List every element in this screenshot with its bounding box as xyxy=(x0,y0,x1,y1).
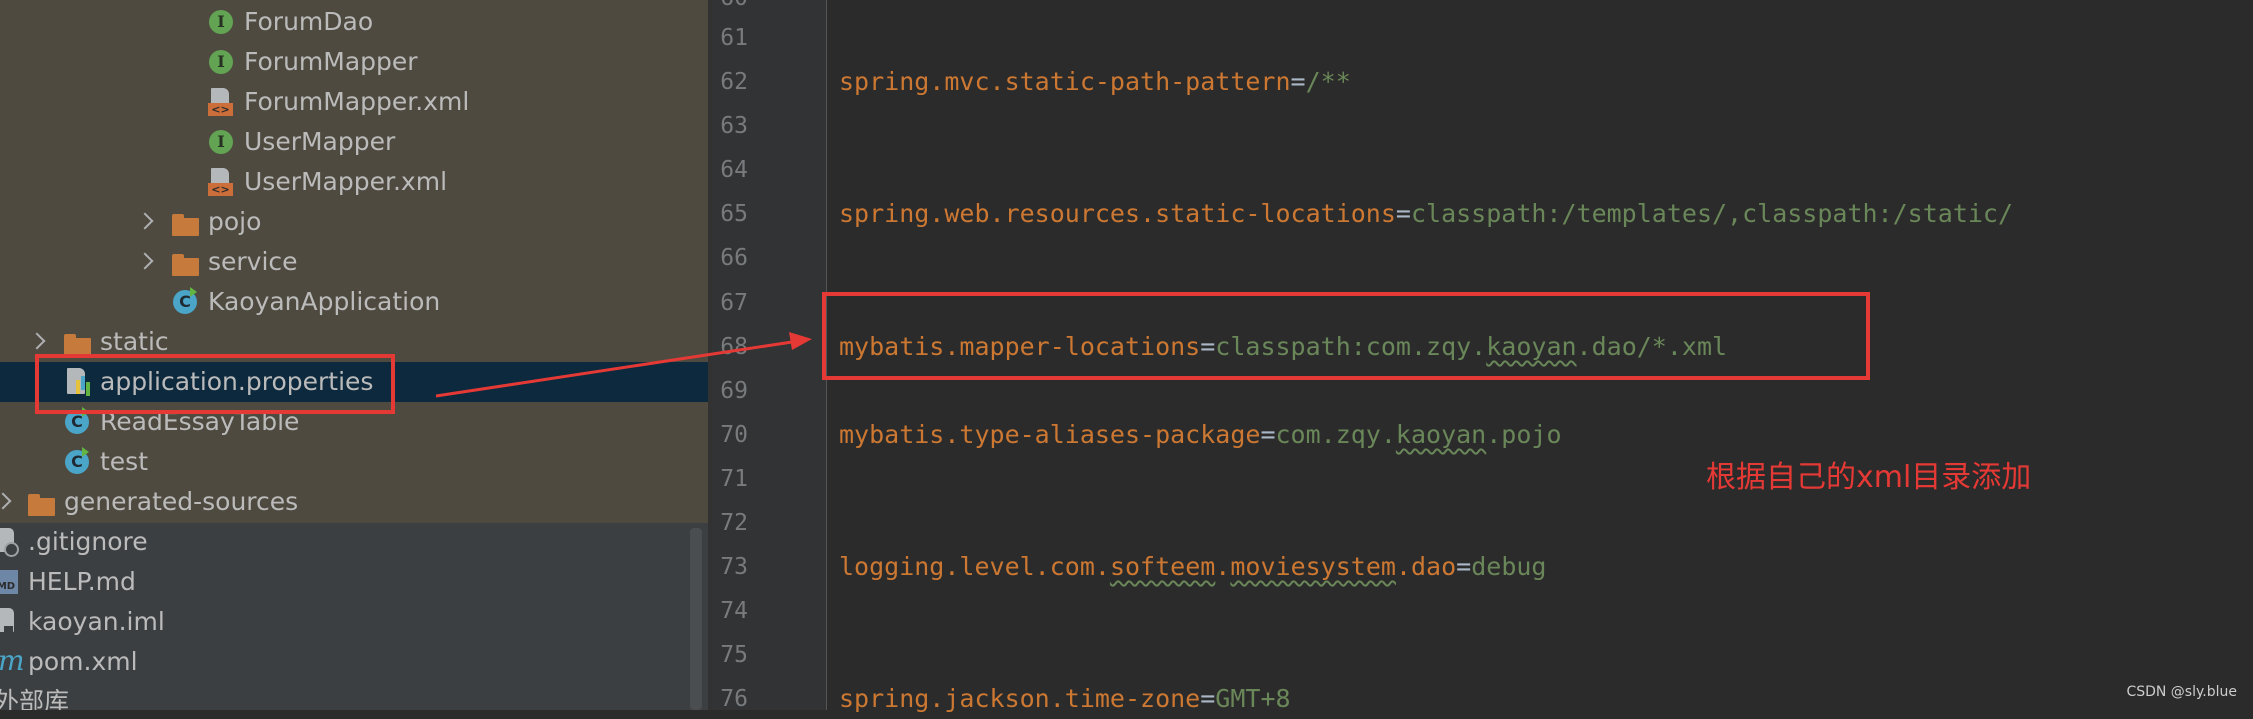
equals-sign: = xyxy=(1395,199,1411,228)
chevron-right-icon[interactable] xyxy=(136,202,156,242)
tree-item-label: 外部库 xyxy=(0,687,70,710)
line-number: 67 xyxy=(720,290,748,316)
line-number: 60 xyxy=(712,0,748,18)
tree-item-label: UserMapper xyxy=(244,127,396,156)
interface-icon xyxy=(208,42,236,82)
tree-scrollbar[interactable] xyxy=(690,528,702,710)
tree-item-label: test xyxy=(100,447,149,476)
property-key: .dao xyxy=(1395,552,1457,581)
spelling-flagged-word: moviesystem xyxy=(1230,552,1396,581)
tree-item-label: HELP.md xyxy=(28,567,136,596)
equals-sign: = xyxy=(1260,420,1276,449)
line-number: 66 xyxy=(720,245,748,271)
tree-item-gitignore[interactable]: .gitignore xyxy=(0,522,708,562)
gitignore-file-icon xyxy=(0,522,26,562)
tree-item-label: pom.xml xyxy=(28,647,138,676)
iml-file-icon xyxy=(0,602,26,642)
line-number: 75 xyxy=(720,642,748,668)
tree-item-forummapper-xml[interactable]: ForumMapper.xml xyxy=(0,82,708,122)
line-number: 69 xyxy=(720,378,748,404)
property-key: mybatis.type-aliases-package xyxy=(839,420,1261,449)
line-number: 61 xyxy=(720,25,748,51)
property-value: GMT+8 xyxy=(1215,684,1291,713)
tree-item-usermapper-xml[interactable]: UserMapper.xml xyxy=(0,162,708,202)
property-key: . xyxy=(1215,552,1231,581)
tree-item-kaoyanapplication[interactable]: KaoyanApplication xyxy=(0,282,708,322)
annotation-note: 根据自己的xml目录添加 xyxy=(1706,460,2032,495)
interface-icon xyxy=(208,122,236,162)
tree-item-test[interactable]: test xyxy=(0,442,708,482)
tree-item-forumdao[interactable]: ForumDao xyxy=(0,2,708,42)
xml-file-icon xyxy=(208,82,236,122)
line-number: 62 xyxy=(720,69,748,95)
xml-file-icon xyxy=(208,162,236,202)
tree-item-label: ForumMapper.xml xyxy=(244,87,470,116)
highlight-box-file xyxy=(35,354,395,414)
tree-item-usermapper[interactable]: UserMapper xyxy=(0,122,708,162)
line-number: 74 xyxy=(720,598,748,624)
tree-item-service[interactable]: service xyxy=(0,242,708,282)
property-value: debug xyxy=(1471,552,1547,581)
tree-item-label: pojo xyxy=(208,207,262,236)
property-key: spring.mvc.static-path-pattern xyxy=(839,67,1291,96)
tree-item-forummapper[interactable]: ForumMapper xyxy=(0,42,708,82)
equals-sign: = xyxy=(1200,684,1216,713)
chevron-right-icon[interactable] xyxy=(136,242,156,282)
tree-item-label: ForumDao xyxy=(244,7,374,36)
property-key: spring.jackson.time-zone xyxy=(839,684,1201,713)
tree-item-label: service xyxy=(208,247,298,276)
markdown-file-icon xyxy=(0,562,28,602)
tree-item-label: ForumMapper xyxy=(244,47,418,76)
tree-item-label: KaoyanApplication xyxy=(208,287,441,316)
maven-file-icon xyxy=(0,642,26,682)
line-number: 71 xyxy=(720,466,748,492)
line-number: 64 xyxy=(720,157,748,183)
line-number: 70 xyxy=(720,422,748,448)
tree-item-help-md[interactable]: HELP.md xyxy=(0,562,708,602)
line-number: 73 xyxy=(720,554,748,580)
tree-item-pom-xml[interactable]: pom.xml xyxy=(0,642,708,682)
spelling-flagged-word: softeem xyxy=(1109,552,1216,581)
spring-class-icon xyxy=(172,282,200,322)
line-number: 76 xyxy=(720,686,748,712)
line-number: 63 xyxy=(720,113,748,139)
line-number: 72 xyxy=(720,510,748,536)
tree-item-label: UserMapper.xml xyxy=(244,167,448,196)
tree-item-label: kaoyan.iml xyxy=(28,607,165,636)
spelling-flagged-word: kaoyan xyxy=(1395,420,1487,449)
tree-item-pojo[interactable]: pojo xyxy=(0,202,708,242)
code-line-73[interactable]: logging.level.com.softeem.moviesystem.da… xyxy=(839,547,1546,587)
chevron-right-icon[interactable] xyxy=(0,482,14,522)
tree-item-generated-sources[interactable]: generated-sources xyxy=(0,482,708,522)
watermark: CSDN @sly.blue xyxy=(2126,684,2237,700)
property-value: .pojo xyxy=(1486,420,1562,449)
property-value: classpath:/templates/,classpath:/static/ xyxy=(1410,199,2014,228)
equals-sign: = xyxy=(1290,67,1306,96)
tree-item-label: generated-sources xyxy=(64,487,299,516)
tree-item-kaoyan-iml[interactable]: kaoyan.iml xyxy=(0,602,708,642)
property-value: com.zqy. xyxy=(1275,420,1396,449)
code-line-70[interactable]: mybatis.type-aliases-package=com.zqy.kao… xyxy=(839,415,1562,455)
line-number: 68 xyxy=(720,334,748,360)
tree-item-external-libraries[interactable]: 外部库 xyxy=(0,682,708,710)
code-line-76[interactable]: spring.jackson.time-zone=GMT+8 xyxy=(839,679,1291,719)
highlight-box-line xyxy=(822,292,1870,380)
tree-item-label: .gitignore xyxy=(28,527,148,556)
property-key: spring.web.resources.static-locations xyxy=(839,199,1396,228)
code-line-65[interactable]: spring.web.resources.static-locations=cl… xyxy=(839,194,2013,234)
class-icon xyxy=(64,442,92,482)
property-value: /** xyxy=(1305,67,1351,96)
folder-icon xyxy=(172,202,200,242)
code-line-62[interactable]: spring.mvc.static-path-pattern=/** xyxy=(839,62,1351,102)
folder-icon xyxy=(172,242,200,282)
interface-icon xyxy=(208,2,236,42)
folder-icon xyxy=(28,482,56,522)
line-number: 65 xyxy=(720,201,748,227)
equals-sign: = xyxy=(1456,552,1472,581)
property-key: logging.level.com. xyxy=(839,552,1110,581)
